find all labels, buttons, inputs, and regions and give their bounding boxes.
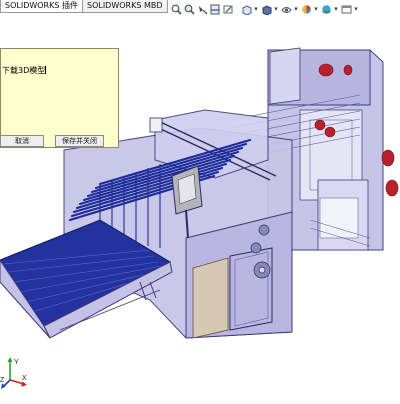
chevron-down-icon[interactable]: ▾ [333,2,339,16]
chevron-down-icon[interactable]: ▾ [353,2,359,16]
hide-show-icon[interactable] [280,2,292,16]
reference-triad: Y X Z [0,356,30,390]
previous-view-icon[interactable] [196,2,208,16]
apply-scene-icon[interactable] [320,2,332,16]
chevron-down-icon[interactable]: ▾ [273,2,279,16]
zoom-area-icon[interactable] [183,2,195,16]
note-text-field[interactable]: 下载3D模型 [2,65,47,76]
tab-solidworks-mbd[interactable]: SOLIDWORKS MBD [81,0,168,13]
heads-up-view-toolbar: ▾ ▾ ▾ ▾ ▾ ▾ [170,0,359,18]
save-and-close-button[interactable]: 保存并关闭 [55,135,104,147]
triad-y-label: Y [14,359,19,366]
chevron-down-icon[interactable]: ▾ [313,2,319,16]
command-manager-tabs: SOLIDWORKS 插件 SOLIDWORKS MBD [0,0,170,13]
cancel-button[interactable]: 取消 [0,135,44,147]
text-cursor [45,66,47,74]
section-view-icon[interactable] [209,2,221,16]
toolbar-separator [235,2,239,16]
tab-solidworks-addins[interactable]: SOLIDWORKS 插件 [0,0,83,13]
note-dialog: 下载3D模型 [0,48,119,148]
chevron-down-icon[interactable]: ▾ [293,2,299,16]
view-orientation-icon[interactable] [240,2,252,16]
display-style-icon[interactable] [260,2,272,16]
view-settings-icon[interactable] [340,2,352,16]
zoom-to-fit-icon[interactable] [170,2,182,16]
edit-appearance-icon[interactable] [300,2,312,16]
triad-z-label: Z [0,377,5,384]
dynamic-annotation-icon[interactable] [222,2,234,16]
note-text-value: 下载3D模型 [2,66,46,75]
triad-x-label: X [22,375,27,382]
chevron-down-icon[interactable]: ▾ [253,2,259,16]
